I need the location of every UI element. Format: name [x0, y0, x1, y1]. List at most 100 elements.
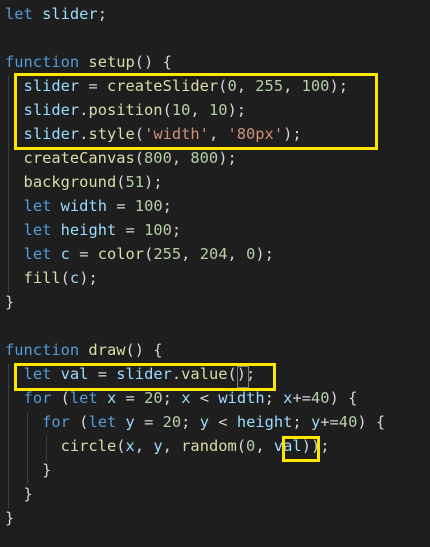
code-token: () { — [125, 341, 163, 359]
code-token: , — [181, 245, 200, 263]
code-token: function — [5, 341, 80, 359]
code-line[interactable]: createCanvas(800, 800); — [5, 146, 237, 170]
code-token: background — [23, 173, 117, 191]
code-token: ( — [236, 437, 247, 455]
code-token: () { — [134, 53, 172, 71]
code-token: '80px' — [227, 125, 284, 143]
code-token: 20 — [144, 389, 163, 407]
code-token: let — [23, 365, 52, 383]
code-token: ( — [116, 437, 126, 455]
code-line[interactable]: for (let y = 20; y < height; y+=40) { — [5, 410, 385, 434]
code-token: height — [60, 221, 117, 239]
code-token: ); — [227, 101, 247, 119]
code-line[interactable]: slider.position(10, 10); — [5, 98, 247, 122]
code-token: < — [190, 389, 219, 407]
code-token: ); — [144, 173, 163, 191]
code-token: , — [171, 149, 191, 167]
code-token: 800 — [144, 149, 172, 167]
code-token: y — [310, 413, 321, 431]
code-token: slider — [23, 77, 80, 95]
code-token: ( — [116, 173, 126, 191]
code-token: ( — [134, 125, 145, 143]
code-token: 255 — [255, 77, 284, 95]
code-token: 100 — [134, 197, 163, 215]
code-token: } — [5, 509, 15, 527]
code-token: let — [23, 221, 52, 239]
code-token: 100 — [144, 221, 172, 239]
code-token: width — [218, 389, 265, 407]
code-line[interactable]: for (let x = 20; x < width; x+=40) { — [5, 386, 358, 410]
code-token: position — [88, 101, 163, 119]
code-line[interactable]: } — [5, 482, 33, 506]
code-token: , — [162, 437, 182, 455]
code-token: } — [5, 485, 33, 503]
code-line[interactable]: function draw() { — [5, 338, 163, 362]
code-line[interactable]: slider.style('width', '80px'); — [5, 122, 302, 146]
code-line[interactable]: fill(c); — [5, 266, 98, 290]
code-token: circle — [60, 437, 117, 455]
code-token: createCanvas — [23, 149, 135, 167]
code-token: slider — [23, 101, 80, 119]
code-token: , — [236, 77, 256, 95]
code-token: = — [106, 197, 135, 215]
code-token: 100 — [301, 77, 330, 95]
code-token: let — [5, 5, 33, 23]
code-token: ( — [162, 101, 172, 119]
code-line[interactable]: function setup() { — [5, 50, 172, 74]
code-token: ) { — [357, 413, 386, 431]
code-token: )); — [301, 437, 330, 455]
code-line[interactable]: circle(x, y, random(0, val)); — [5, 434, 330, 458]
code-token: val — [273, 437, 302, 455]
code-token: = — [88, 365, 117, 383]
code-token: ; — [171, 221, 182, 239]
code-token: c — [60, 245, 70, 263]
code-line[interactable]: background(51); — [5, 170, 163, 194]
code-line[interactable]: } — [5, 290, 14, 314]
code-token: = — [134, 413, 163, 431]
code-token: fill — [23, 269, 61, 287]
code-line[interactable]: } — [5, 458, 51, 482]
code-line[interactable]: slider = createSlider(0, 255, 100); — [5, 74, 348, 98]
code-line[interactable]: } — [5, 506, 14, 530]
code-token: height — [236, 413, 293, 431]
code-line[interactable]: let val = slider.value(); — [5, 362, 256, 386]
code-token: ( — [134, 149, 145, 167]
code-token: 800 — [190, 149, 219, 167]
code-line[interactable]: let width = 100; — [5, 194, 172, 218]
code-token: 40 — [338, 413, 358, 431]
code-token: 10 — [208, 101, 228, 119]
code-editor[interactable]: let slider; function setup() { slider = c… — [0, 0, 430, 547]
code-token: = — [116, 389, 145, 407]
code-token: ); — [218, 149, 237, 167]
code-token: let — [23, 245, 52, 263]
code-line[interactable]: let height = 100; — [5, 218, 182, 242]
code-token: for — [23, 389, 52, 407]
code-token: function — [5, 53, 80, 71]
code-line[interactable]: let c = color(255, 204, 0); — [5, 242, 274, 266]
code-token: ; — [264, 389, 284, 407]
code-token: ) { — [329, 389, 358, 407]
code-token: , — [134, 437, 154, 455]
code-token: for — [42, 413, 70, 431]
code-line[interactable]: let slider; — [5, 2, 107, 26]
code-token: , — [208, 125, 228, 143]
code-token: 20 — [162, 413, 182, 431]
code-token: setup — [88, 53, 135, 71]
code-token: 40 — [311, 389, 330, 407]
code-token: slider — [42, 5, 98, 23]
code-token: ( — [144, 245, 154, 263]
code-token: = — [69, 245, 98, 263]
code-token: ; — [162, 197, 172, 215]
code-token: createSlider — [106, 77, 219, 95]
code-token: 0 — [246, 437, 256, 455]
